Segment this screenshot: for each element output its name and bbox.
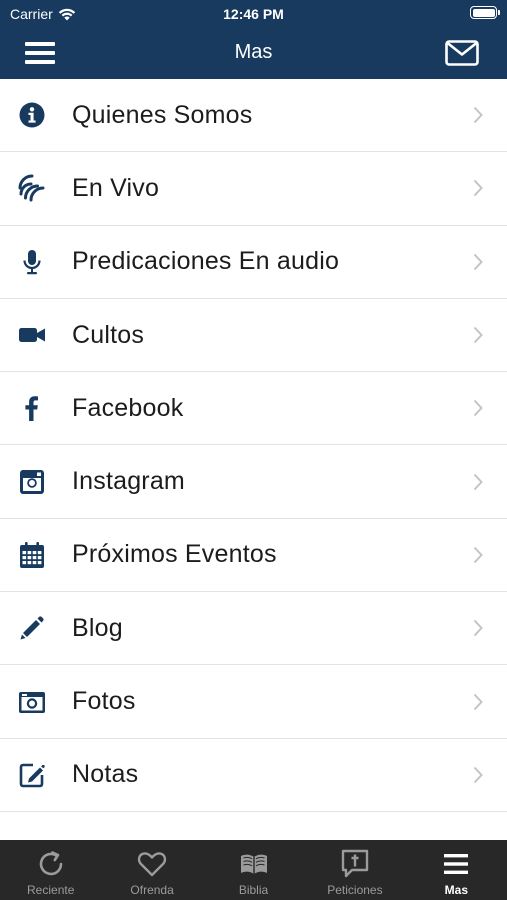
menu-item-en-vivo[interactable]: En Vivo [0, 152, 507, 226]
status-bar: Carrier 12:46 PM [0, 0, 507, 28]
nav-bar: Mas [0, 28, 507, 79]
header: Carrier 12:46 PM Mas [0, 0, 507, 79]
tab-biblia[interactable]: Biblia [203, 840, 304, 900]
battery-icon [470, 6, 500, 19]
chevron-right-icon [473, 693, 483, 710]
menu-item-label: Próximos Eventos [72, 540, 277, 569]
menu-item-label: Fotos [72, 687, 136, 716]
menu-item-facebook[interactable]: Facebook [0, 372, 507, 446]
menu-item-label: Quienes Somos [72, 100, 253, 129]
menu-item-label: Instagram [72, 467, 185, 496]
facebook-icon [17, 393, 47, 423]
instagram-icon [17, 467, 47, 497]
live-signal-icon [17, 173, 47, 203]
tab-peticiones[interactable]: Peticiones [304, 840, 405, 900]
status-time: 12:46 PM [223, 6, 284, 22]
chevron-right-icon [473, 180, 483, 197]
menu-item-label: En Vivo [72, 173, 160, 202]
photo-camera-icon [17, 687, 47, 717]
chevron-right-icon [473, 106, 483, 124]
menu-item-label: Facebook [72, 393, 184, 422]
microphone-icon [17, 247, 47, 277]
mail-icon[interactable] [445, 40, 479, 66]
tab-label: Biblia [238, 883, 269, 897]
page-title: Mas [234, 41, 273, 63]
menu-item-fotos[interactable]: Fotos [0, 665, 507, 739]
menu-item-proximos-eventos[interactable]: Próximos Eventos [0, 519, 507, 593]
tab-label: Ofrenda [130, 883, 174, 897]
chevron-right-icon [473, 473, 483, 490]
pencil-icon [17, 613, 47, 643]
book-icon [240, 854, 267, 874]
menu-item-instagram[interactable]: Instagram [0, 445, 507, 519]
menu-list: Quienes Somos En Vivo Predicaciones En a… [0, 79, 507, 840]
chevron-right-icon [473, 253, 483, 270]
menu-item-label: Cultos [72, 320, 145, 349]
menu-item-cultos[interactable]: Cultos [0, 299, 507, 373]
chevron-right-icon [473, 766, 483, 783]
calendar-icon [17, 540, 47, 570]
chevron-right-icon [473, 546, 483, 564]
menu-icon [444, 854, 469, 874]
menu-item-predicaciones[interactable]: Predicaciones En audio [0, 226, 507, 299]
refresh-icon [39, 851, 63, 876]
menu-item-blog[interactable]: Blog [0, 592, 507, 666]
tab-label: Mas [444, 883, 468, 897]
tab-reciente[interactable]: Reciente [0, 840, 101, 900]
edit-note-icon [17, 760, 47, 790]
chevron-right-icon [473, 620, 483, 637]
info-icon [17, 100, 47, 130]
video-camera-icon [17, 320, 47, 350]
tab-label: Reciente [27, 883, 75, 897]
tab-bar: Reciente Ofrenda Biblia Peticiones Mas [0, 840, 507, 900]
menu-item-quienes-somos[interactable]: Quienes Somos [0, 79, 507, 153]
tab-mas[interactable]: Mas [406, 840, 507, 900]
chevron-right-icon [473, 326, 483, 344]
chevron-right-icon [473, 400, 483, 417]
tab-label: Peticiones [327, 883, 383, 897]
tab-ofrenda[interactable]: Ofrenda [101, 840, 202, 900]
prayer-bubble-icon [341, 849, 369, 878]
heart-icon [137, 852, 167, 877]
menu-item-label: Predicaciones En audio [72, 247, 340, 276]
menu-item-label: Notas [72, 760, 139, 789]
menu-item-label: Blog [72, 613, 123, 642]
menu-item-notas[interactable]: Notas [0, 739, 507, 812]
